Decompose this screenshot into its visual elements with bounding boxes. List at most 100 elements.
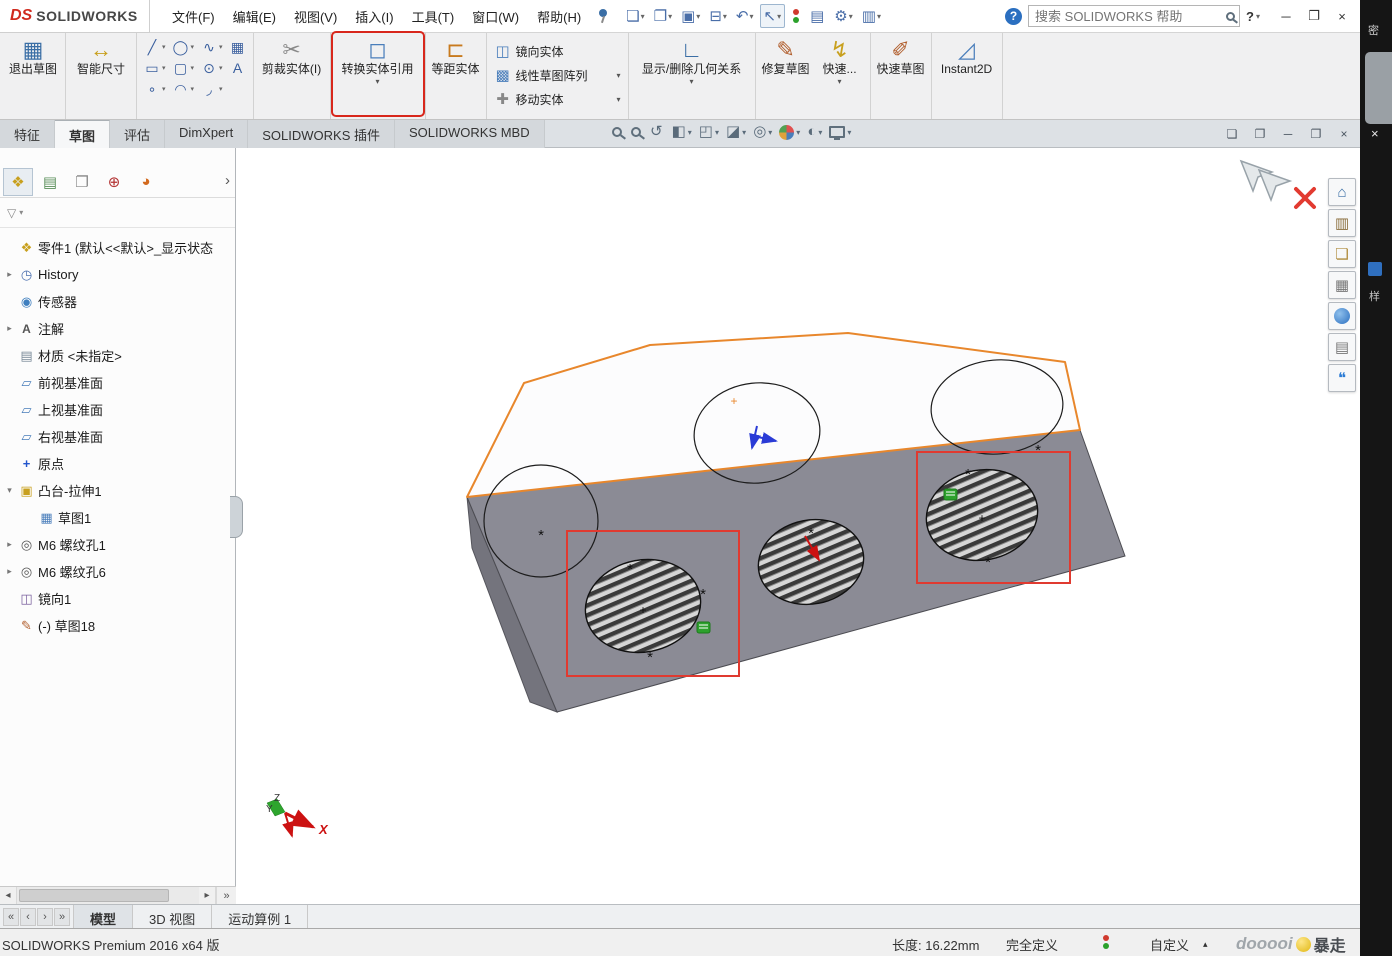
tree-item[interactable]: 草图1 [0,504,235,531]
expand-arrow-icon[interactable]: ▾ [4,485,15,496]
doc-minimize-button[interactable]: ─ [1278,124,1298,144]
confirmation-corner[interactable] [1241,161,1314,207]
tree-item[interactable]: 材质 <未指定> [0,342,235,369]
configurationmanager-tab[interactable]: ❐ [67,168,97,196]
tab-mbd[interactable]: SOLIDWORKS MBD [395,120,545,148]
linear-sketch-pattern-button[interactable]: ▩ 线性草图阵列 ▾ [490,65,625,85]
hide-show-items-icon[interactable]: ◎ ▾ [753,123,772,141]
line-tool[interactable]: ╱ ▾ [140,37,168,57]
display-style-icon[interactable]: ◪ ▾ [726,123,746,141]
previous-view-icon[interactable]: ↺ [650,123,665,141]
zoom-area-icon[interactable] [631,127,643,137]
tree-item[interactable]: 原点 [0,450,235,477]
expand-arrow-icon[interactable]: ▸ [4,539,15,550]
design-library-icon[interactable]: ▥ [1328,209,1356,237]
custom-properties-icon[interactable]: ▤ [1328,333,1356,361]
tree-item[interactable]: (-) 草图18 [0,612,235,639]
tab-dimxpert[interactable]: DimXpert [165,120,248,148]
tree-item[interactable]: 前视基准面 [0,369,235,396]
view-palette-icon[interactable]: ▦ [1328,271,1356,299]
doc-window-icon[interactable]: ❏ [1222,124,1242,144]
filter-icon[interactable]: ▽ [7,206,16,220]
help-menu[interactable]: ? ▾ [1246,9,1260,24]
search-box[interactable] [1028,5,1240,27]
tree-horizontal-scrollbar[interactable]: ◂ ▸ » [0,886,236,904]
display-delete-relations-button[interactable]: ∟ 显示/删除几何关系 ▾ [632,34,752,114]
next-tab-button[interactable]: › [37,908,53,926]
rectangle-tool[interactable]: ▭ ▾ [140,58,168,78]
options-button[interactable]: ⚙ ▾ [831,5,855,27]
doc-cascade-icon[interactable]: ❐ [1250,124,1270,144]
doc-restore-button[interactable]: ❐ [1306,124,1326,144]
smart-dimension-button[interactable]: ↔ 智能尺寸 [69,34,133,114]
repair-sketch-button[interactable]: ✎ 修复草图 [759,34,813,114]
zoom-fit-icon[interactable] [612,127,624,137]
new-document-button[interactable]: ❏ ▾ [623,5,647,27]
trim-entities-button[interactable]: ✂ 剪裁实体(I) [257,34,327,114]
menu-item[interactable]: 工具(T) [404,3,463,30]
first-tab-button[interactable]: « [3,908,19,926]
ellipse-tool[interactable]: ⊙ ▾ [197,58,225,78]
doc-close-button[interactable]: × [1334,124,1354,144]
pin-icon[interactable] [597,8,609,24]
sketch-picture-icon[interactable]: ▦ [226,37,250,57]
view-orientation-icon[interactable]: ◰ ▾ [699,123,719,141]
rapid-sketch-button[interactable]: ✐ 快速草图 [874,34,928,114]
tab-model[interactable]: 模型 [74,905,133,928]
menu-item[interactable]: 窗口(W) [464,3,527,30]
last-tab-button[interactable]: » [54,908,70,926]
menu-item[interactable]: 视图(V) [286,3,345,30]
open-button[interactable]: ❐ ▾ [651,5,675,27]
tree-item[interactable]: ▸ M6 螺纹孔6 [0,558,235,585]
tree-item[interactable]: ▾ 凸台-拉伸1 [0,477,235,504]
menu-item[interactable]: 编辑(E) [225,3,284,30]
tree-item[interactable]: 右视基准面 [0,423,235,450]
convert-entities-button[interactable]: ◻ 转换实体引用 ▾ [334,34,422,114]
tab-evaluate[interactable]: 评估 [110,120,165,148]
task-pane-icon[interactable]: ▤ [807,5,828,27]
instant2d-button[interactable]: ◿ Instant2D [935,34,999,114]
tab-sketch[interactable]: 草图 [55,120,110,148]
select-button[interactable]: ↖ ▾ [760,4,786,28]
slot-tool[interactable]: ▢ ▾ [169,58,197,78]
scrollbar-thumb[interactable] [19,889,169,902]
propertymanager-tab[interactable]: ▤ [35,168,65,196]
circle-tool[interactable]: ◯ ▾ [169,37,197,57]
move-entities-button[interactable]: ✚ 移动实体 ▾ [490,89,625,109]
edit-appearance-icon[interactable]: ▾ [779,125,800,140]
view-settings-icon[interactable]: ▾ [829,126,851,138]
tree-item[interactable]: ▸ History [0,261,235,288]
help-icon[interactable]: ? [1005,8,1022,25]
spline-tool[interactable]: ∿ ▾ [197,37,225,57]
resources-home-icon[interactable]: ⌂ [1328,178,1356,206]
tree-splitter-handle[interactable] [230,496,243,538]
property-tab-builder-icon[interactable]: ▥ ▾ [859,5,884,27]
offset-entities-button[interactable]: ⊏ 等距实体 [429,34,483,114]
tab-addins[interactable]: SOLIDWORKS 插件 [248,120,395,148]
tab-overflow-button[interactable]: » [216,887,236,904]
tree-filter-row[interactable]: ▽ ▾ [0,198,235,228]
scroll-right-button[interactable]: ▸ [199,887,216,904]
appearances-icon[interactable] [1328,302,1356,330]
minimize-button[interactable]: ─ [1274,5,1298,27]
expand-arrow-icon[interactable]: ▸ [4,323,15,334]
expand-arrow-icon[interactable]: ▸ [4,566,15,577]
menu-item[interactable]: 文件(F) [164,3,223,30]
print-button[interactable]: ⊟ ▾ [706,5,730,27]
restore-button[interactable]: ❐ [1302,5,1326,27]
tree-item[interactable]: ▸ M6 螺纹孔1 [0,531,235,558]
sketch-state-indicator-icon[interactable] [788,7,804,25]
fillet-tool[interactable]: ◞ ▾ [197,79,225,99]
tab-3d-views[interactable]: 3D 视图 [133,905,212,928]
quick-snaps-button[interactable]: ↯ 快速... ▾ [813,34,867,114]
displaymanager-tab[interactable]: ◕ [131,168,161,196]
search-input[interactable] [1033,8,1226,25]
exit-sketch-button[interactable]: ▦ 退出草图 [4,34,62,114]
forum-icon[interactable]: ❝ [1328,364,1356,392]
prev-tab-button[interactable]: ‹ [20,908,36,926]
save-button[interactable]: ▣ ▾ [678,5,703,27]
tree-item[interactable]: ▸ 注解 [0,315,235,342]
mirror-entities-button[interactable]: ◫ 镜向实体 [490,41,625,61]
expand-arrow-icon[interactable]: ▸ [4,269,15,280]
menu-item[interactable]: 帮助(H) [529,3,589,30]
